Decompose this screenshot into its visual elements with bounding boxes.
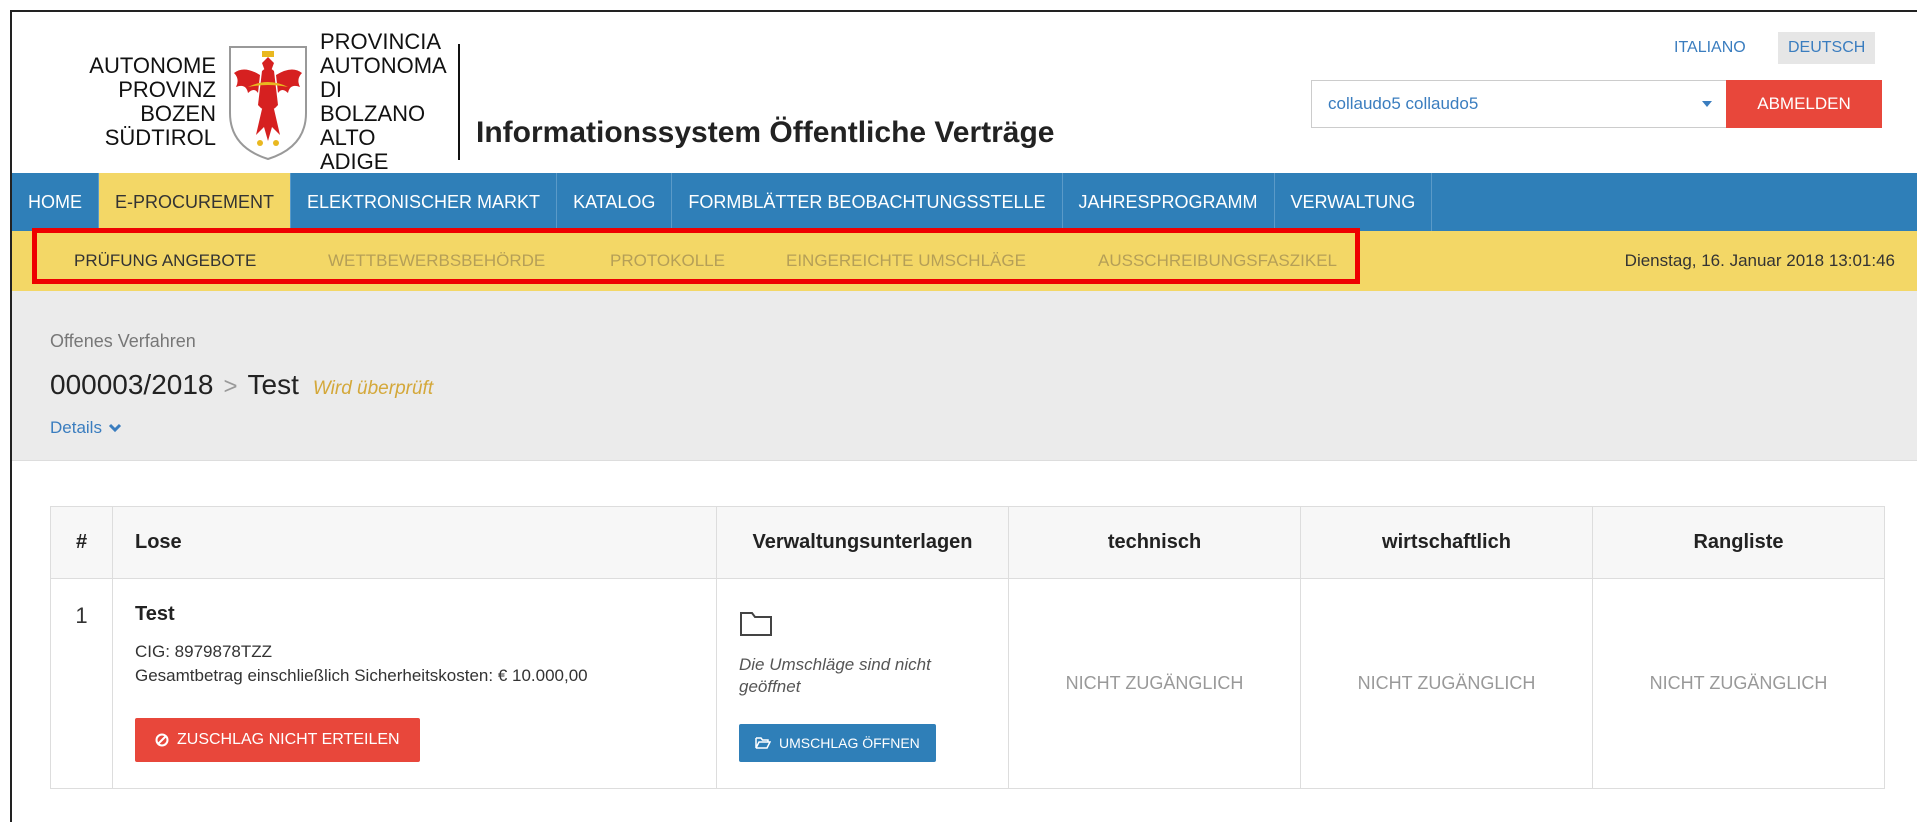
status-badge: Wird überprüft (312, 378, 434, 399)
technisch-cell: NICHT ZUGÄNGLICH (1008, 578, 1301, 789)
lot-cell: Test CIG: 8979878TZZ Gesamtbetrag einsch… (112, 578, 717, 789)
table-header-row: # Lose Verwaltungsunterlagen technisch w… (50, 506, 1885, 579)
app-window: AUTONOME PROVINZ BOZEN SÜDTIROL PROVINCI… (10, 10, 1917, 822)
open-envelope-label: UMSCHLAG ÖFFNEN (779, 735, 920, 751)
folder-open-icon (755, 737, 771, 749)
user-dropdown-value: collaudo5 collaudo5 (1328, 94, 1479, 113)
highlight-annotation (32, 228, 1360, 284)
nav-item-home[interactable]: HOME (12, 173, 99, 231)
language-deutsch-link[interactable]: DEUTSCH (1778, 32, 1876, 64)
nav-item-jahresprogramm[interactable]: JAHRESPROGRAMM (1063, 173, 1275, 231)
procedure-type: Offenes Verfahren (50, 331, 196, 351)
nav-item-verwaltung[interactable]: VERWALTUNG (1275, 173, 1433, 231)
envelope-status-note: Die Umschläge sind nicht geöffnet (739, 655, 931, 696)
column-header-number: # (50, 506, 113, 579)
column-header-rangliste: Rangliste (1592, 506, 1885, 579)
nav-item-formblaetter[interactable]: FORMBLÄTTER BEOBACHTUNGSSTELLE (672, 173, 1063, 231)
wirtschaftlich-cell: NICHT ZUGÄNGLICH (1300, 578, 1593, 789)
procedure-number[interactable]: 000003/2018 (50, 369, 214, 401)
lots-table: # Lose Verwaltungsunterlagen technisch w… (50, 506, 1885, 789)
logo[interactable]: AUTONOME PROVINZ BOZEN SÜDTIROL PROVINCI… (54, 30, 460, 174)
user-dropdown[interactable]: collaudo5 collaudo5 (1311, 80, 1726, 128)
logo-text-de: AUTONOME PROVINZ BOZEN SÜDTIROL (89, 53, 216, 150)
details-label: Details (50, 418, 102, 437)
column-header-lose: Lose (112, 506, 717, 579)
column-header-verwaltungsunterlagen: Verwaltungsunterlagen (716, 506, 1009, 579)
main-nav: HOME E-PROCUREMENT ELEKTRONISCHER MARKT … (12, 173, 1917, 231)
logout-button[interactable]: ABMELDEN (1726, 80, 1882, 128)
header: AUTONOME PROVINZ BOZEN SÜDTIROL PROVINCI… (12, 12, 1917, 174)
reject-award-label: ZUSCHLAG NICHT ERTEILEN (177, 731, 400, 748)
logo-text-it: PROVINCIA AUTONOMA DI BOLZANO ALTO ADIGE (320, 30, 460, 174)
ban-icon (155, 733, 169, 747)
column-header-wirtschaftlich: wirtschaftlich (1300, 506, 1593, 579)
current-datetime: Dienstag, 16. Januar 2018 13:01:46 (1624, 251, 1895, 270)
lot-name: Test (135, 603, 175, 625)
app-title: Informationssystem Öffentliche Verträge (476, 116, 1055, 149)
caret-down-icon (1702, 101, 1712, 107)
reject-award-button[interactable]: ZUSCHLAG NICHT ERTEILEN (135, 718, 420, 762)
folder-icon (740, 612, 772, 636)
procedure-header: Offenes Verfahren 000003/2018 > Test Wir… (12, 291, 1917, 461)
breadcrumb: 000003/2018 > Test Wird überprüft (50, 369, 433, 401)
breadcrumb-separator: > (223, 373, 238, 400)
language-italiano-link[interactable]: ITALIANO (1664, 32, 1756, 64)
nav-item-elektronischer-markt[interactable]: ELEKTRONISCHER MARKT (291, 173, 558, 231)
nav-item-e-procurement[interactable]: E-PROCUREMENT (99, 173, 292, 231)
eagle-coat-of-arms-icon (229, 46, 307, 161)
row-number: 1 (50, 578, 113, 789)
lot-amount: Gesamtbetrag einschließlich Sicherheitsk… (135, 666, 588, 685)
details-toggle[interactable]: Details (50, 418, 122, 438)
rangliste-cell: NICHT ZUGÄNGLICH (1592, 578, 1885, 789)
procedure-name: Test (247, 369, 299, 400)
chevron-down-icon (108, 423, 122, 433)
open-envelope-button[interactable]: UMSCHLAG ÖFFNEN (739, 724, 936, 762)
column-header-technisch: technisch (1008, 506, 1301, 579)
nav-item-katalog[interactable]: KATALOG (557, 173, 673, 231)
table-row: 1 Test CIG: 8979878TZZ Gesamtbetrag eins… (50, 578, 1885, 789)
lot-cig: CIG: 8979878TZZ (135, 642, 273, 661)
verwaltungsunterlagen-cell: Die Umschläge sind nicht geöffnet UMSCHL… (716, 578, 1009, 789)
